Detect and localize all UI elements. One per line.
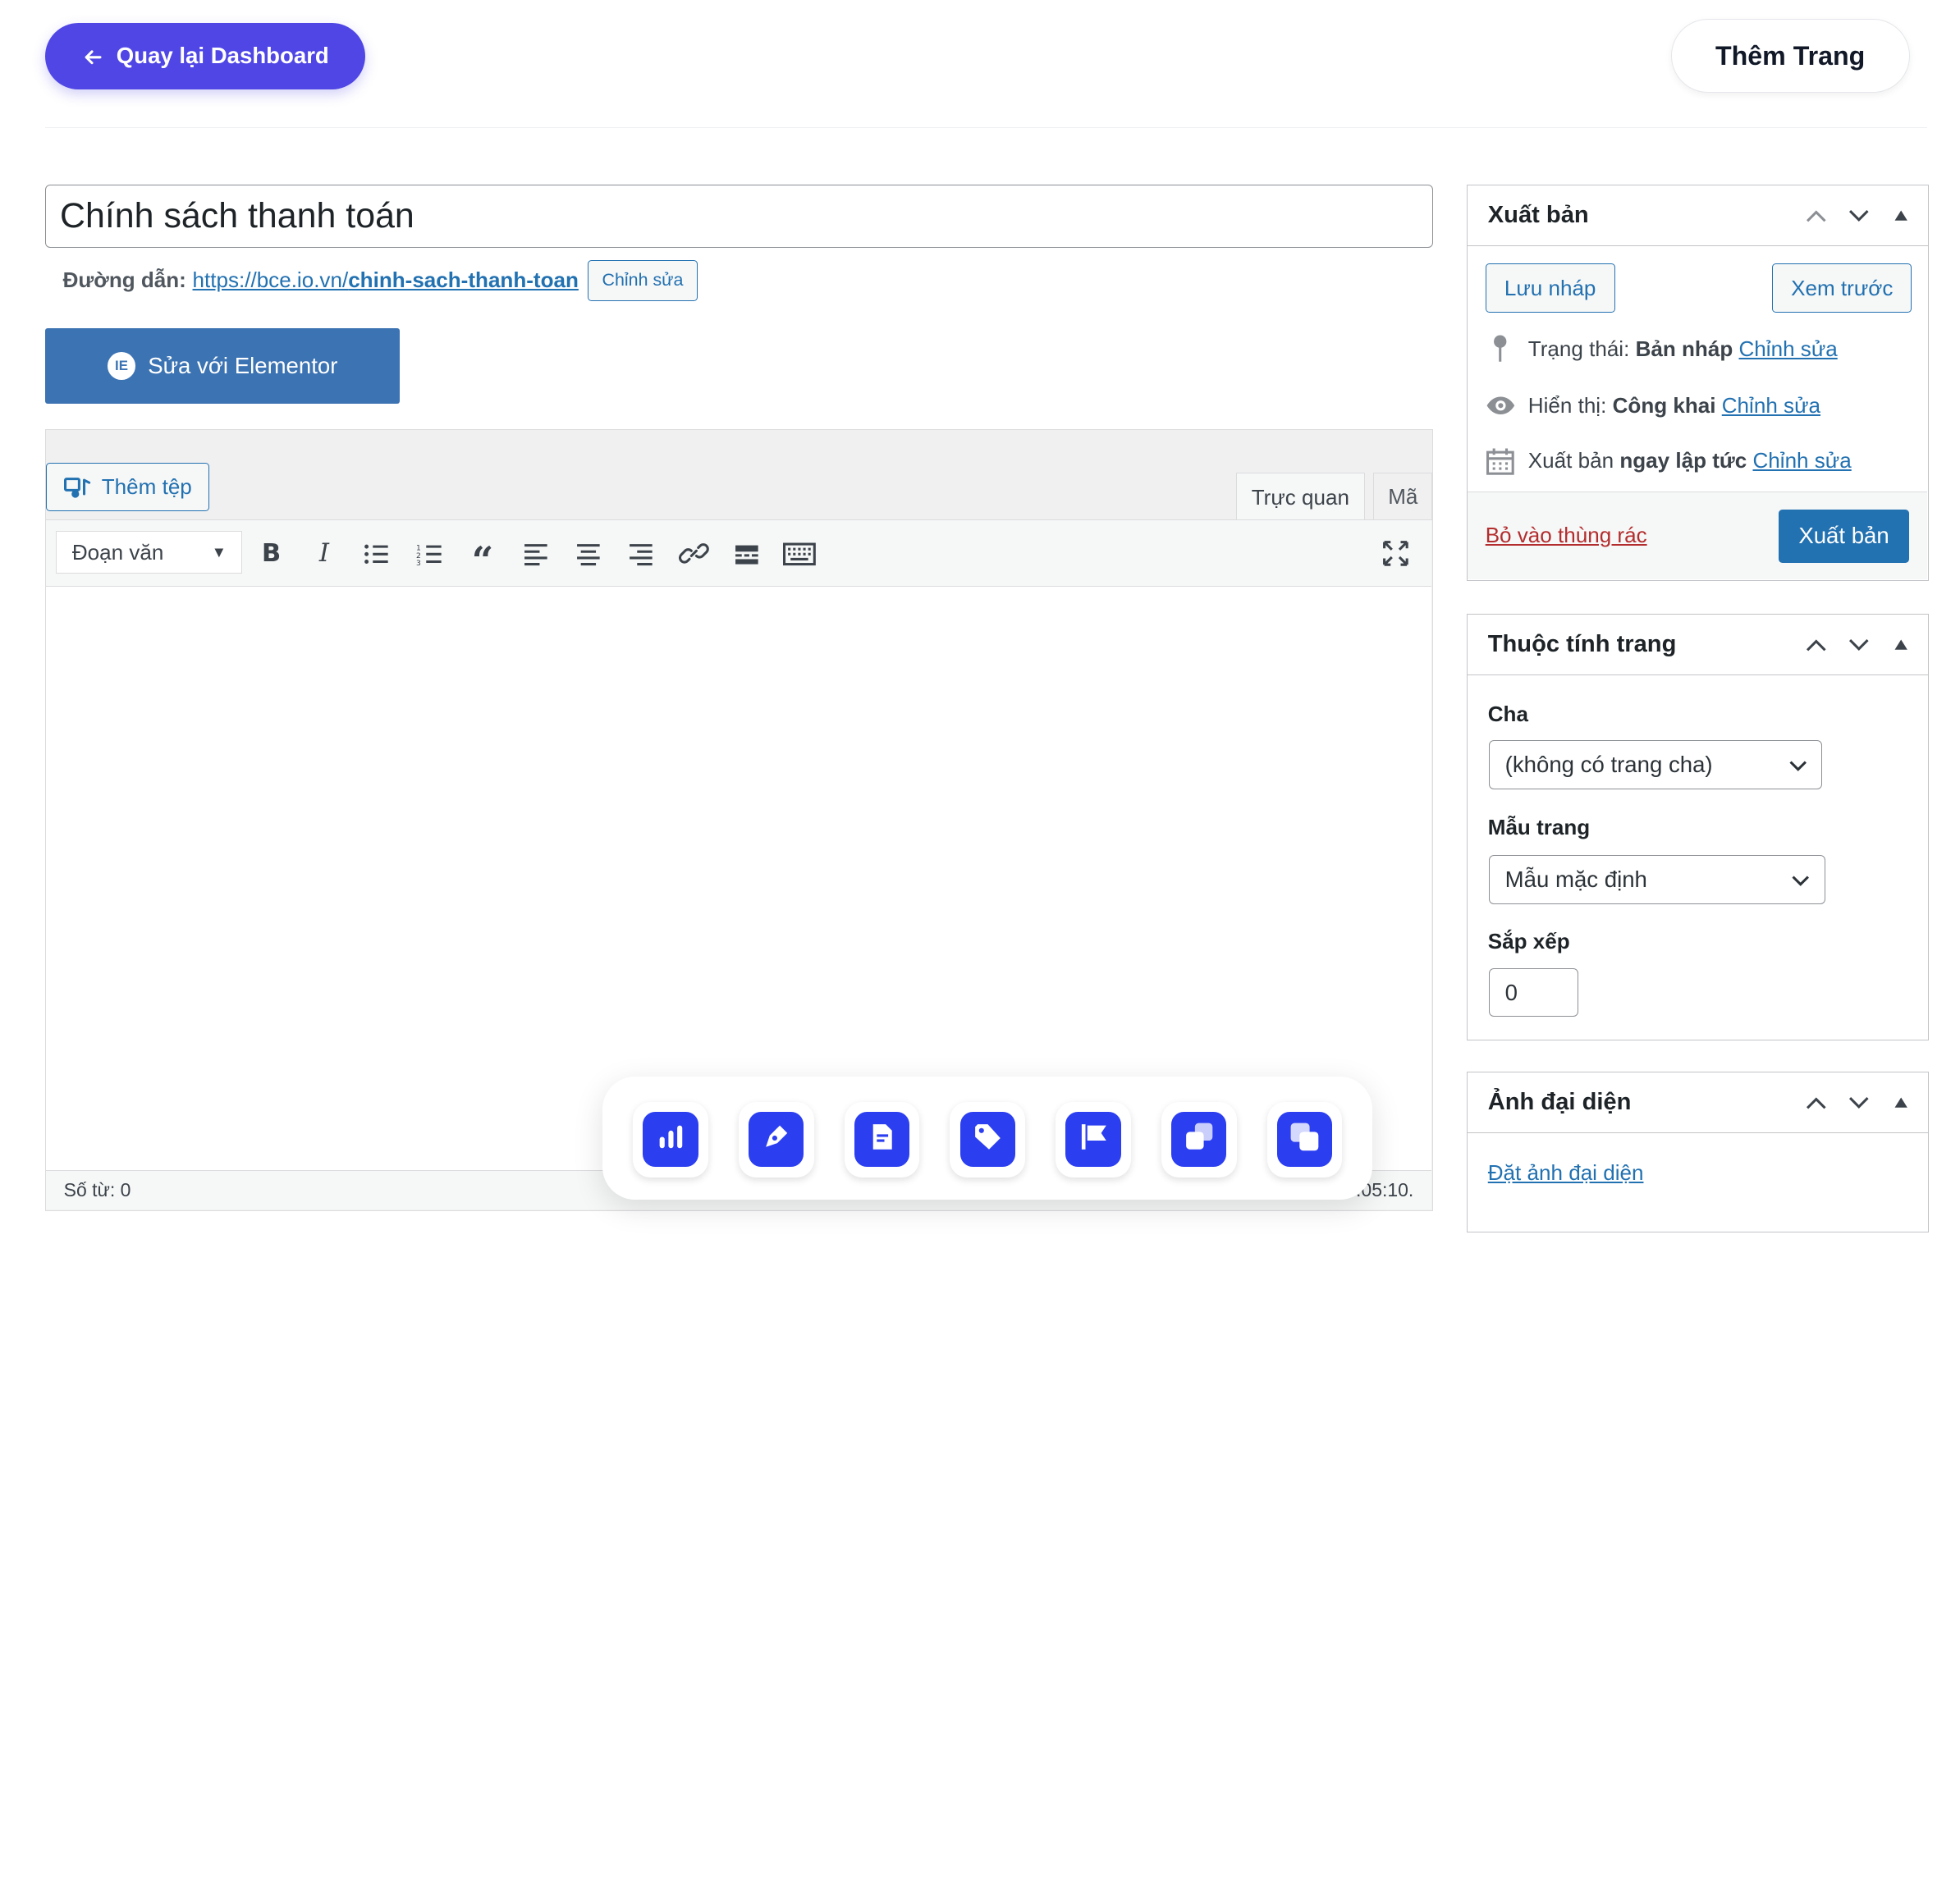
layers-icon bbox=[1287, 1119, 1322, 1160]
permalink-row: Đường dẫn: https://bce.io.vn/chinh-sach-… bbox=[63, 259, 698, 302]
schedule-edit-link[interactable]: Chỉnh sửa bbox=[1752, 448, 1851, 473]
parent-select[interactable]: (không có trang cha) bbox=[1489, 740, 1823, 790]
featured-image-box: Ảnh đại diện Đặt ảnh đại diện bbox=[1467, 1071, 1929, 1233]
order-label: Sắp xếp bbox=[1487, 929, 1570, 954]
back-to-dashboard-label: Quay lại Dashboard bbox=[116, 43, 329, 69]
template-select[interactable]: Mẫu mặc định bbox=[1489, 854, 1825, 904]
align-left-icon[interactable] bbox=[516, 535, 554, 573]
format-select-value: Đoạn văn bbox=[71, 539, 164, 565]
toolbar-toggle-icon[interactable] bbox=[781, 535, 818, 573]
chevron-up-icon[interactable] bbox=[1799, 629, 1832, 661]
publish-box-header: Xuất bản bbox=[1468, 185, 1928, 246]
publish-box: Xuất bản Lưu nháp Xem trước Trạng thái: … bbox=[1467, 185, 1929, 582]
calendar-icon bbox=[1486, 447, 1516, 475]
set-featured-image-link[interactable]: Đặt ảnh đại diện bbox=[1488, 1160, 1644, 1186]
tag-icon bbox=[970, 1119, 1005, 1160]
numbered-list-icon[interactable]: 123 bbox=[411, 535, 449, 573]
featured-image-title: Ảnh đại diện bbox=[1487, 1088, 1632, 1115]
schedule-value: ngay lập tức bbox=[1619, 448, 1747, 473]
pen-icon bbox=[758, 1119, 794, 1160]
editor-toolbar: Đoạn văn ▼ B I 123 “ bbox=[46, 519, 1431, 588]
dock-item-copy[interactable] bbox=[1161, 1101, 1237, 1178]
word-count: Số từ: 0 bbox=[63, 1179, 131, 1201]
arrow-left-icon bbox=[81, 43, 104, 69]
page-attributes-header: Thuộc tính trang bbox=[1468, 615, 1928, 675]
link-icon[interactable] bbox=[675, 535, 713, 573]
bold-icon[interactable]: B bbox=[253, 535, 291, 573]
flag-icon bbox=[1076, 1119, 1111, 1160]
chevron-down-icon bbox=[1792, 867, 1809, 893]
chevron-down-icon[interactable] bbox=[1843, 629, 1875, 661]
publish-box-footer: Bỏ vào thùng rác Xuất bản bbox=[1468, 491, 1927, 580]
status-value: Bản nháp bbox=[1635, 336, 1733, 362]
chevron-up-icon[interactable] bbox=[1799, 1086, 1832, 1119]
chevron-down-icon[interactable] bbox=[1843, 199, 1875, 232]
eye-icon bbox=[1486, 396, 1516, 416]
featured-image-header: Ảnh đại diện bbox=[1468, 1072, 1928, 1133]
blockquote-icon[interactable]: “ bbox=[464, 535, 501, 583]
collapse-triangle-icon[interactable] bbox=[1885, 1086, 1918, 1119]
template-select-value: Mẫu mặc định bbox=[1504, 866, 1647, 892]
dock-item-layers[interactable] bbox=[1266, 1101, 1343, 1178]
edit-with-elementor-label: Sửa với Elementor bbox=[148, 353, 338, 379]
visibility-value: Công khai bbox=[1612, 393, 1716, 418]
align-right-icon[interactable] bbox=[622, 535, 660, 573]
back-to-dashboard-button[interactable]: Quay lại Dashboard bbox=[45, 22, 365, 89]
header-divider bbox=[45, 126, 1928, 129]
copy-icon bbox=[1181, 1119, 1216, 1160]
save-draft-button[interactable]: Lưu nháp bbox=[1485, 263, 1615, 313]
status-edit-link[interactable]: Chỉnh sửa bbox=[1739, 336, 1838, 361]
format-select[interactable]: Đoạn văn ▼ bbox=[56, 531, 243, 574]
publish-box-title: Xuất bản bbox=[1487, 202, 1589, 229]
status-row: Trạng thái: Bản nháp Chỉnh sửa bbox=[1486, 333, 1838, 366]
permalink-label: Đường dẫn: bbox=[62, 268, 186, 293]
dock-item-tag[interactable] bbox=[950, 1101, 1026, 1178]
tab-code[interactable]: Mã bbox=[1373, 472, 1433, 521]
add-media-button[interactable]: Thêm tệp bbox=[46, 462, 210, 512]
edit-with-elementor-button[interactable]: IE Sửa với Elementor bbox=[45, 328, 401, 404]
collapse-triangle-icon[interactable] bbox=[1885, 629, 1918, 661]
collapse-triangle-icon[interactable] bbox=[1885, 199, 1918, 232]
dock-item-flag[interactable] bbox=[1056, 1101, 1131, 1178]
chart-icon bbox=[653, 1119, 689, 1160]
chevron-up-icon[interactable] bbox=[1799, 199, 1832, 232]
add-page-button[interactable]: Thêm Trang bbox=[1670, 18, 1910, 94]
document-icon bbox=[864, 1119, 900, 1160]
post-title-input[interactable] bbox=[45, 185, 1433, 248]
chevron-down-icon bbox=[1789, 752, 1807, 778]
schedule-row: Xuất bản ngay lập tức Chỉnh sửa bbox=[1486, 445, 1852, 478]
chevron-down-icon[interactable] bbox=[1843, 1086, 1875, 1119]
permalink-edit-button[interactable]: Chỉnh sửa bbox=[587, 259, 698, 302]
align-center-icon[interactable] bbox=[570, 535, 607, 573]
template-label: Mẫu trang bbox=[1487, 814, 1591, 839]
elementor-icon: IE bbox=[108, 352, 135, 380]
visibility-row: Hiển thị: Công khai Chỉnh sửa bbox=[1486, 390, 1820, 423]
read-more-icon[interactable] bbox=[728, 535, 766, 573]
dock-item-pen[interactable] bbox=[738, 1101, 814, 1178]
dock-item-chart[interactable] bbox=[632, 1101, 708, 1178]
page-attributes-box: Thuộc tính trang Cha (không có trang cha… bbox=[1467, 614, 1929, 1040]
preview-button[interactable]: Xem trước bbox=[1772, 263, 1912, 313]
move-to-trash-link[interactable]: Bỏ vào thùng rác bbox=[1486, 523, 1647, 548]
parent-label: Cha bbox=[1487, 701, 1528, 726]
page-attributes-title: Thuộc tính trang bbox=[1487, 630, 1677, 657]
media-icon bbox=[63, 473, 92, 500]
dock-item-document[interactable] bbox=[844, 1101, 920, 1178]
permalink-link[interactable]: https://bce.io.vn/chinh-sach-thanh-toan bbox=[193, 268, 579, 293]
parent-select-value: (không có trang cha) bbox=[1504, 752, 1713, 778]
italic-icon[interactable]: I bbox=[305, 535, 343, 573]
svg-text:3: 3 bbox=[416, 559, 421, 567]
fullscreen-icon[interactable] bbox=[1377, 535, 1415, 573]
floating-dock bbox=[602, 1077, 1373, 1200]
bullet-list-icon[interactable] bbox=[358, 535, 396, 573]
add-media-label: Thêm tệp bbox=[101, 473, 192, 499]
order-input[interactable] bbox=[1489, 967, 1579, 1017]
publish-button[interactable]: Xuất bản bbox=[1778, 510, 1910, 563]
visibility-edit-link[interactable]: Chỉnh sửa bbox=[1722, 393, 1820, 418]
tab-visual[interactable]: Trực quan bbox=[1236, 472, 1365, 522]
caret-down-icon: ▼ bbox=[211, 543, 227, 561]
pin-icon bbox=[1486, 334, 1516, 364]
